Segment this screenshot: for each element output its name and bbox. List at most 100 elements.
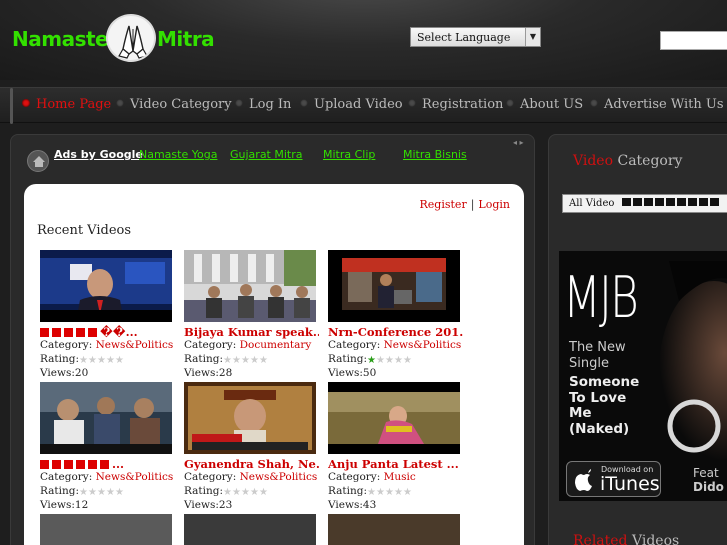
video-title-link[interactable]: Anju Panta Latest ... xyxy=(328,457,459,471)
star-icon[interactable]: ★ xyxy=(115,487,124,497)
ads-by-google-label[interactable]: Ads by Google xyxy=(54,148,143,161)
star-icon[interactable]: ★ xyxy=(223,355,232,365)
rating-stars[interactable]: ★★★★★ xyxy=(79,354,124,368)
mjb-itunes-ad[interactable]: MJB The New Single Someone To Love Me (Naked… xyxy=(559,251,727,501)
star-icon[interactable]: ★ xyxy=(88,355,97,365)
category-link[interactable]: News&Politics xyxy=(384,339,462,351)
rating-stars[interactable]: ★★★★★ xyxy=(223,354,268,368)
video-title-link[interactable]: ��... xyxy=(100,325,138,339)
nav-item-video-category[interactable]: Video Category xyxy=(116,97,232,112)
recent-videos-box: Register | Login Recent Videos ��... Categ… xyxy=(24,184,524,545)
ad-link-mitra-bisnis[interactable]: Mitra Bisnis xyxy=(403,148,467,161)
logo-text-left[interactable]: Namaste xyxy=(12,27,109,51)
category-link[interactable]: Music xyxy=(384,471,416,483)
nav-item-home[interactable]: Home Page xyxy=(22,97,111,112)
video-title-link[interactable]: ... xyxy=(112,457,124,471)
video-thumbnail[interactable] xyxy=(40,250,172,322)
nav-item-label: About US xyxy=(520,97,584,112)
language-select[interactable]: Select Language ▼ xyxy=(410,27,541,47)
rating-stars[interactable]: ★★★★★ xyxy=(367,486,412,500)
category-link[interactable]: News&Politics xyxy=(240,471,318,483)
star-icon[interactable]: ★ xyxy=(79,355,88,365)
auth-separator: | xyxy=(470,198,475,211)
video-thumbnail[interactable] xyxy=(184,514,316,545)
star-icon[interactable]: ★ xyxy=(259,355,268,365)
login-link[interactable]: Login xyxy=(478,198,510,211)
video-card: Nrn-Conference 201... Category: News&Pol… xyxy=(328,250,463,381)
video-title-link[interactable]: Nrn-Conference 201... xyxy=(328,325,463,339)
star-icon[interactable]: ★ xyxy=(232,355,241,365)
video-thumbnail[interactable] xyxy=(40,382,172,454)
star-icon[interactable]: ★ xyxy=(250,487,259,497)
star-icon[interactable]: ★ xyxy=(106,355,115,365)
main-content-panel: Ads by Google Namaste Yoga Gujarat Mitra… xyxy=(10,134,535,545)
category-link[interactable]: News&Politics xyxy=(96,471,174,483)
ad-link-mitra-clip[interactable]: Mitra Clip xyxy=(323,148,375,161)
nav-item-login[interactable]: Log In xyxy=(235,97,291,112)
ad-links-bar: Ads by Google Namaste Yoga Gujarat Mitra… xyxy=(11,135,536,175)
category-label: Category: xyxy=(328,471,381,483)
register-link[interactable]: Register xyxy=(420,198,467,211)
rating-label: Rating: xyxy=(328,484,368,497)
star-icon[interactable]: ★ xyxy=(385,487,394,497)
namaste-hands-logo-icon[interactable] xyxy=(106,14,156,62)
rating-stars[interactable]: ★★★★★ xyxy=(367,354,412,368)
itunes-download-button[interactable]: Download on iTunes xyxy=(566,461,661,497)
star-icon[interactable]: ★ xyxy=(115,355,124,365)
ad-choices-icon[interactable]: ◂ ▸ xyxy=(513,138,524,147)
star-icon[interactable]: ★ xyxy=(394,487,403,497)
nav-item-registration[interactable]: Registration xyxy=(408,97,503,112)
video-card: ��... Category: News&Politics Rating:★★★… xyxy=(40,250,175,381)
nav-item-about-us[interactable]: About US xyxy=(506,97,583,112)
nav-item-label: Upload Video xyxy=(314,97,403,112)
main-navigation: Home Page Video Category Log In Upload V… xyxy=(0,87,727,124)
video-thumbnail[interactable] xyxy=(328,514,460,545)
video-thumbnail[interactable] xyxy=(328,382,460,454)
category-select[interactable]: All Video xyxy=(562,194,727,213)
video-thumbnail[interactable] xyxy=(184,382,316,454)
video-title-link[interactable]: Bijaya Kumar speak... xyxy=(184,325,319,339)
star-icon[interactable]: ★ xyxy=(403,355,412,365)
nav-item-advertise[interactable]: Advertise With Us xyxy=(590,97,724,112)
nav-item-upload-video[interactable]: Upload Video xyxy=(300,97,403,112)
rating-stars[interactable]: ★★★★★ xyxy=(79,486,124,500)
video-thumbnail[interactable] xyxy=(40,514,172,545)
star-icon[interactable]: ★ xyxy=(241,487,250,497)
star-icon[interactable]: ★ xyxy=(106,487,115,497)
mjb-logo: MJB xyxy=(563,265,639,332)
video-thumbnail[interactable] xyxy=(328,250,460,322)
star-icon[interactable]: ★ xyxy=(403,487,412,497)
star-icon[interactable]: ★ xyxy=(367,355,376,365)
logo-text-right[interactable]: Mitra xyxy=(157,27,215,51)
related-videos-heading: Related Videos xyxy=(573,533,679,545)
ad-text-featuring: Feat Dido xyxy=(693,466,724,494)
video-card: ... Category: News&Politics Rating:★★★★★… xyxy=(40,382,175,513)
star-icon[interactable]: ★ xyxy=(259,487,268,497)
itunes-label: iTunes xyxy=(600,473,660,495)
star-icon[interactable]: ★ xyxy=(232,487,241,497)
category-link[interactable]: Documentary xyxy=(240,339,312,351)
star-icon[interactable]: ★ xyxy=(97,355,106,365)
star-icon[interactable]: ★ xyxy=(223,487,232,497)
category-link[interactable]: News&Politics xyxy=(96,339,174,351)
ad-link-gujarat-mitra[interactable]: Gujarat Mitra xyxy=(230,148,303,161)
rating-stars[interactable]: ★★★★★ xyxy=(223,486,268,500)
star-icon[interactable]: ★ xyxy=(241,355,250,365)
star-icon[interactable]: ★ xyxy=(385,355,394,365)
star-icon[interactable]: ★ xyxy=(79,487,88,497)
star-icon[interactable]: ★ xyxy=(394,355,403,365)
search-input[interactable] xyxy=(660,31,727,50)
star-icon[interactable]: ★ xyxy=(88,487,97,497)
ad-link-namaste-yoga[interactable]: Namaste Yoga xyxy=(139,148,217,161)
star-icon[interactable]: ★ xyxy=(376,487,385,497)
star-icon[interactable]: ★ xyxy=(376,355,385,365)
home-icon[interactable] xyxy=(27,150,49,172)
star-icon[interactable]: ★ xyxy=(250,355,259,365)
star-icon[interactable]: ★ xyxy=(97,487,106,497)
views-label: Views: xyxy=(328,499,363,511)
video-thumbnail[interactable] xyxy=(184,250,316,322)
video-title-link[interactable]: Gyanendra Shah, Ne... xyxy=(184,457,319,471)
star-icon[interactable]: ★ xyxy=(367,487,376,497)
video-card: Gyanendra Shah, Ne... Category: News&Pol… xyxy=(184,382,319,513)
bullet-icon xyxy=(590,99,598,107)
